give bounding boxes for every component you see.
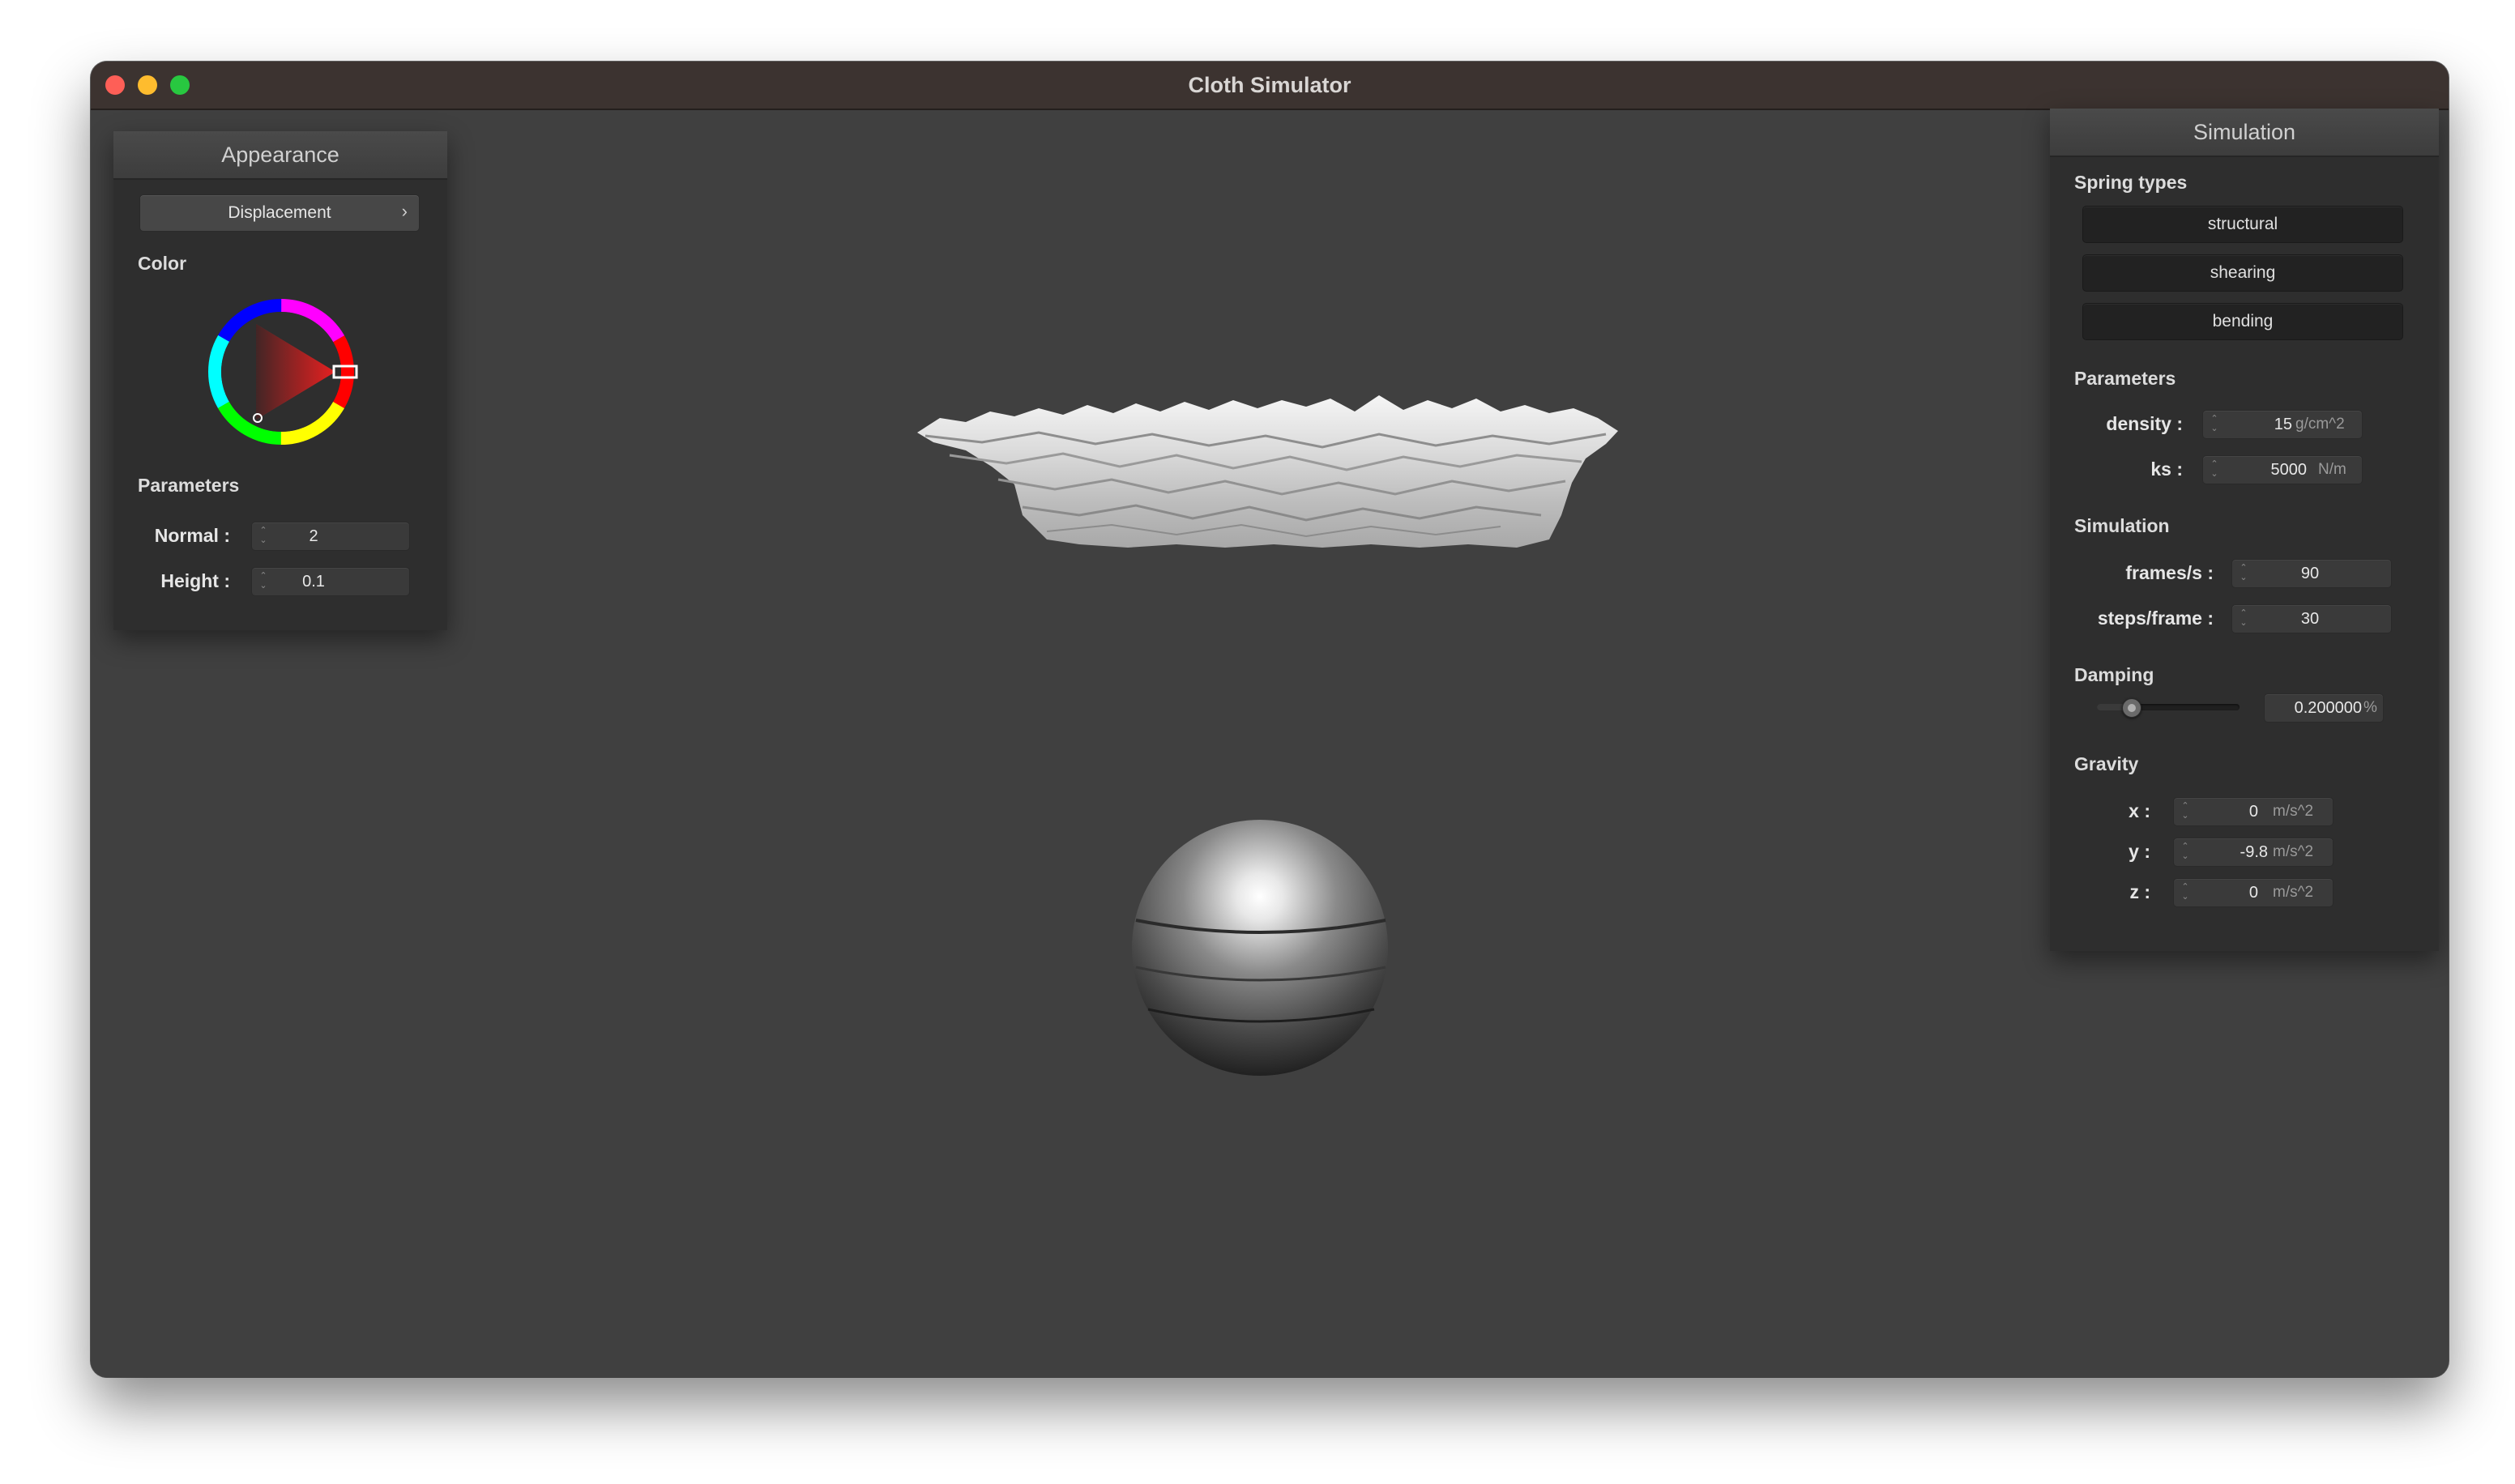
- ks-label: ks :: [2150, 458, 2183, 480]
- damping-slider-handle[interactable]: [2121, 698, 2141, 718]
- normal-value: 2: [309, 527, 318, 545]
- damping-input[interactable]: 0.200000 %: [2264, 693, 2384, 723]
- stepper-icon[interactable]: ⌃ ⌄: [2180, 801, 2190, 822]
- gravity-label: Gravity: [2074, 753, 2139, 774]
- density-value: 15: [2274, 416, 2292, 433]
- height-value: 0.1: [302, 573, 325, 591]
- damping-value: 0.200000: [2294, 699, 2362, 717]
- stepper-icon[interactable]: ⌃ ⌄: [2239, 563, 2248, 584]
- stepper-icon[interactable]: ⌃ ⌄: [2180, 842, 2190, 863]
- shader-dropdown-value: Displacement: [228, 203, 331, 222]
- gravity-z-label: z :: [2129, 881, 2150, 902]
- structural-spring-button[interactable]: structural: [2082, 206, 2403, 243]
- bending-spring-button[interactable]: bending: [2082, 303, 2403, 340]
- stepper-icon[interactable]: ⌃ ⌄: [2180, 882, 2190, 903]
- gravity-y-input[interactable]: ⌃ ⌄ -9.8 m/s^2: [2173, 838, 2334, 867]
- damping-label: Damping: [2074, 664, 2154, 685]
- height-label: Height :: [160, 570, 230, 591]
- gravity-x-input[interactable]: ⌃ ⌄ 0 m/s^2: [2173, 797, 2334, 826]
- ks-unit: N/m: [2318, 461, 2346, 478]
- density-label: density :: [2106, 413, 2183, 434]
- gravity-z-unit: m/s^2: [2273, 884, 2314, 901]
- app-window: Cloth Simulator Appearance Displacement …: [91, 62, 2449, 1377]
- stepper-icon[interactable]: ⌃ ⌄: [2210, 414, 2219, 435]
- density-input[interactable]: ⌃ ⌄ 15 g/cm^2: [2202, 410, 2363, 439]
- appearance-parameters-label: Parameters: [138, 475, 240, 496]
- gravity-z-input[interactable]: ⌃ ⌄ 0 m/s^2: [2173, 878, 2334, 907]
- steps-per-frame-input[interactable]: ⌃ ⌄ 30: [2231, 604, 2392, 633]
- color-wheel-icon[interactable]: [204, 295, 358, 449]
- stepper-icon[interactable]: ⌃ ⌄: [258, 571, 268, 592]
- ks-input[interactable]: ⌃ ⌄ 5000 N/m: [2202, 455, 2363, 484]
- window-title: Cloth Simulator: [1188, 73, 1351, 97]
- simulation-section-label: Simulation: [2074, 515, 2170, 536]
- stepper-icon[interactable]: ⌃ ⌄: [258, 526, 268, 547]
- cloth-mesh: [917, 395, 1618, 548]
- steps-per-frame-label: steps/frame :: [2097, 608, 2214, 629]
- damping-unit: %: [2363, 699, 2377, 716]
- frames-per-second-label: frames/s :: [2125, 562, 2214, 583]
- gravity-x-label: x :: [2129, 800, 2150, 821]
- ks-value: 5000: [2270, 461, 2308, 479]
- spring-types-label: Spring types: [2074, 172, 2188, 193]
- simulation-panel: Simulation Spring types structural shear…: [2050, 109, 2439, 951]
- gravity-x-value: 0: [2248, 803, 2258, 821]
- chevron-right-icon: ›: [401, 201, 408, 221]
- appearance-panel: Appearance Displacement › Color Paramete…: [113, 131, 447, 630]
- frames-per-second-input[interactable]: ⌃ ⌄ 90: [2231, 559, 2392, 588]
- shader-dropdown[interactable]: Displacement ›: [139, 194, 420, 232]
- sim-parameters-label: Parameters: [2074, 368, 2176, 389]
- frames-per-second-value: 90: [2300, 565, 2320, 582]
- appearance-panel-title: Appearance: [113, 131, 447, 180]
- gravity-y-label: y :: [2129, 841, 2150, 862]
- steps-per-frame-value: 30: [2300, 610, 2320, 628]
- normal-input[interactable]: ⌃ ⌄ 2: [251, 522, 410, 551]
- stepper-icon[interactable]: ⌃ ⌄: [2210, 459, 2219, 480]
- normal-label: Normal :: [154, 525, 230, 546]
- gravity-z-value: 0: [2248, 884, 2258, 902]
- damping-slider[interactable]: [2097, 698, 2240, 718]
- simulation-panel-title: Simulation: [2050, 109, 2439, 157]
- stepper-icon[interactable]: ⌃ ⌄: [2239, 608, 2248, 629]
- gravity-x-unit: m/s^2: [2273, 803, 2314, 820]
- density-unit: g/cm^2: [2295, 416, 2345, 433]
- gravity-y-unit: m/s^2: [2273, 843, 2314, 860]
- gravity-y-value: -9.8: [2240, 843, 2268, 861]
- title-bar[interactable]: Cloth Simulator: [91, 62, 2449, 110]
- height-input[interactable]: ⌃ ⌄ 0.1: [251, 567, 410, 596]
- shearing-spring-button[interactable]: shearing: [2082, 254, 2403, 292]
- color-section-label: Color: [138, 253, 187, 274]
- collision-sphere: [1132, 820, 1388, 1076]
